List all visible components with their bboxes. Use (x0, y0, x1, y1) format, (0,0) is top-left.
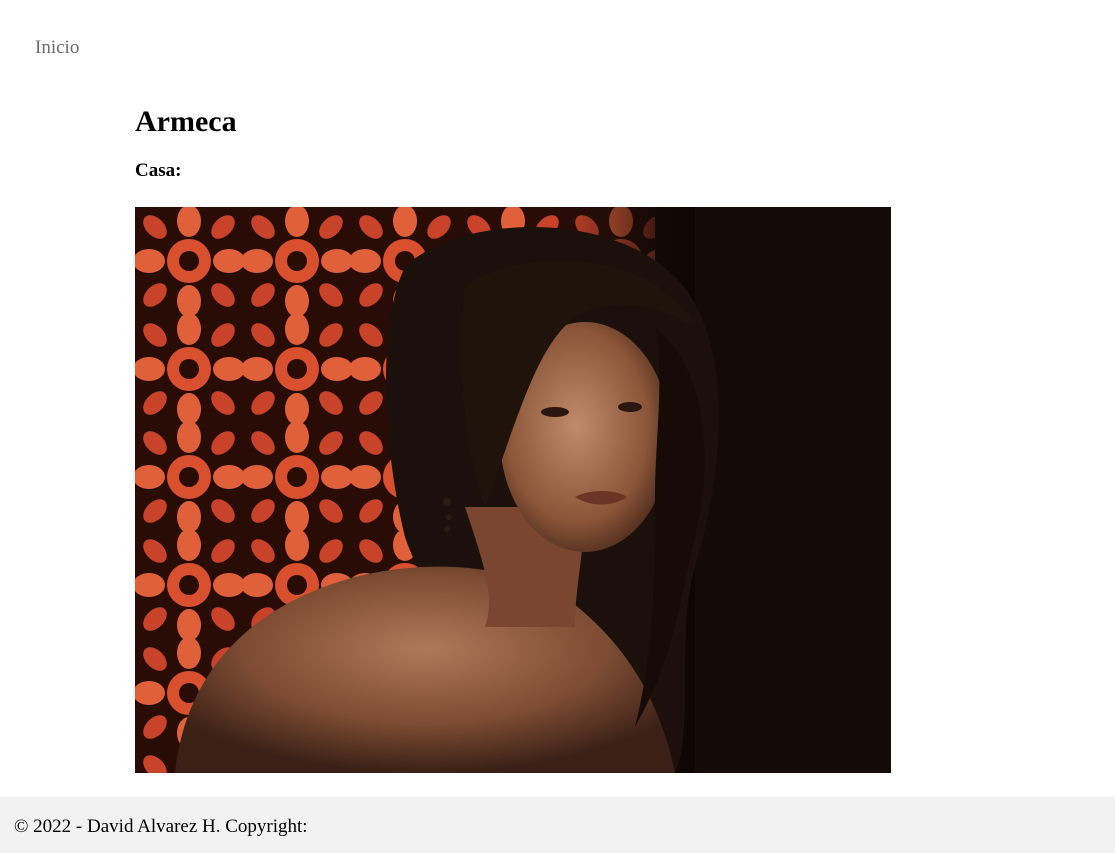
copyright-text: © 2022 - David Alvarez H. Copyright: (14, 816, 308, 837)
house-label: Casa: (135, 160, 182, 181)
page: Inicio Armeca Casa: © 2022 - David Alvar… (0, 0, 1115, 853)
character-photo (135, 207, 891, 773)
footer: © 2022 - David Alvarez H. Copyright: (0, 797, 1115, 853)
home-link[interactable]: Inicio (35, 37, 79, 58)
character-detail: Armeca Casa: (135, 103, 891, 183)
character-name: Armeca (135, 105, 237, 138)
house-line: Casa: (135, 159, 891, 183)
top-nav: Inicio (35, 37, 79, 59)
